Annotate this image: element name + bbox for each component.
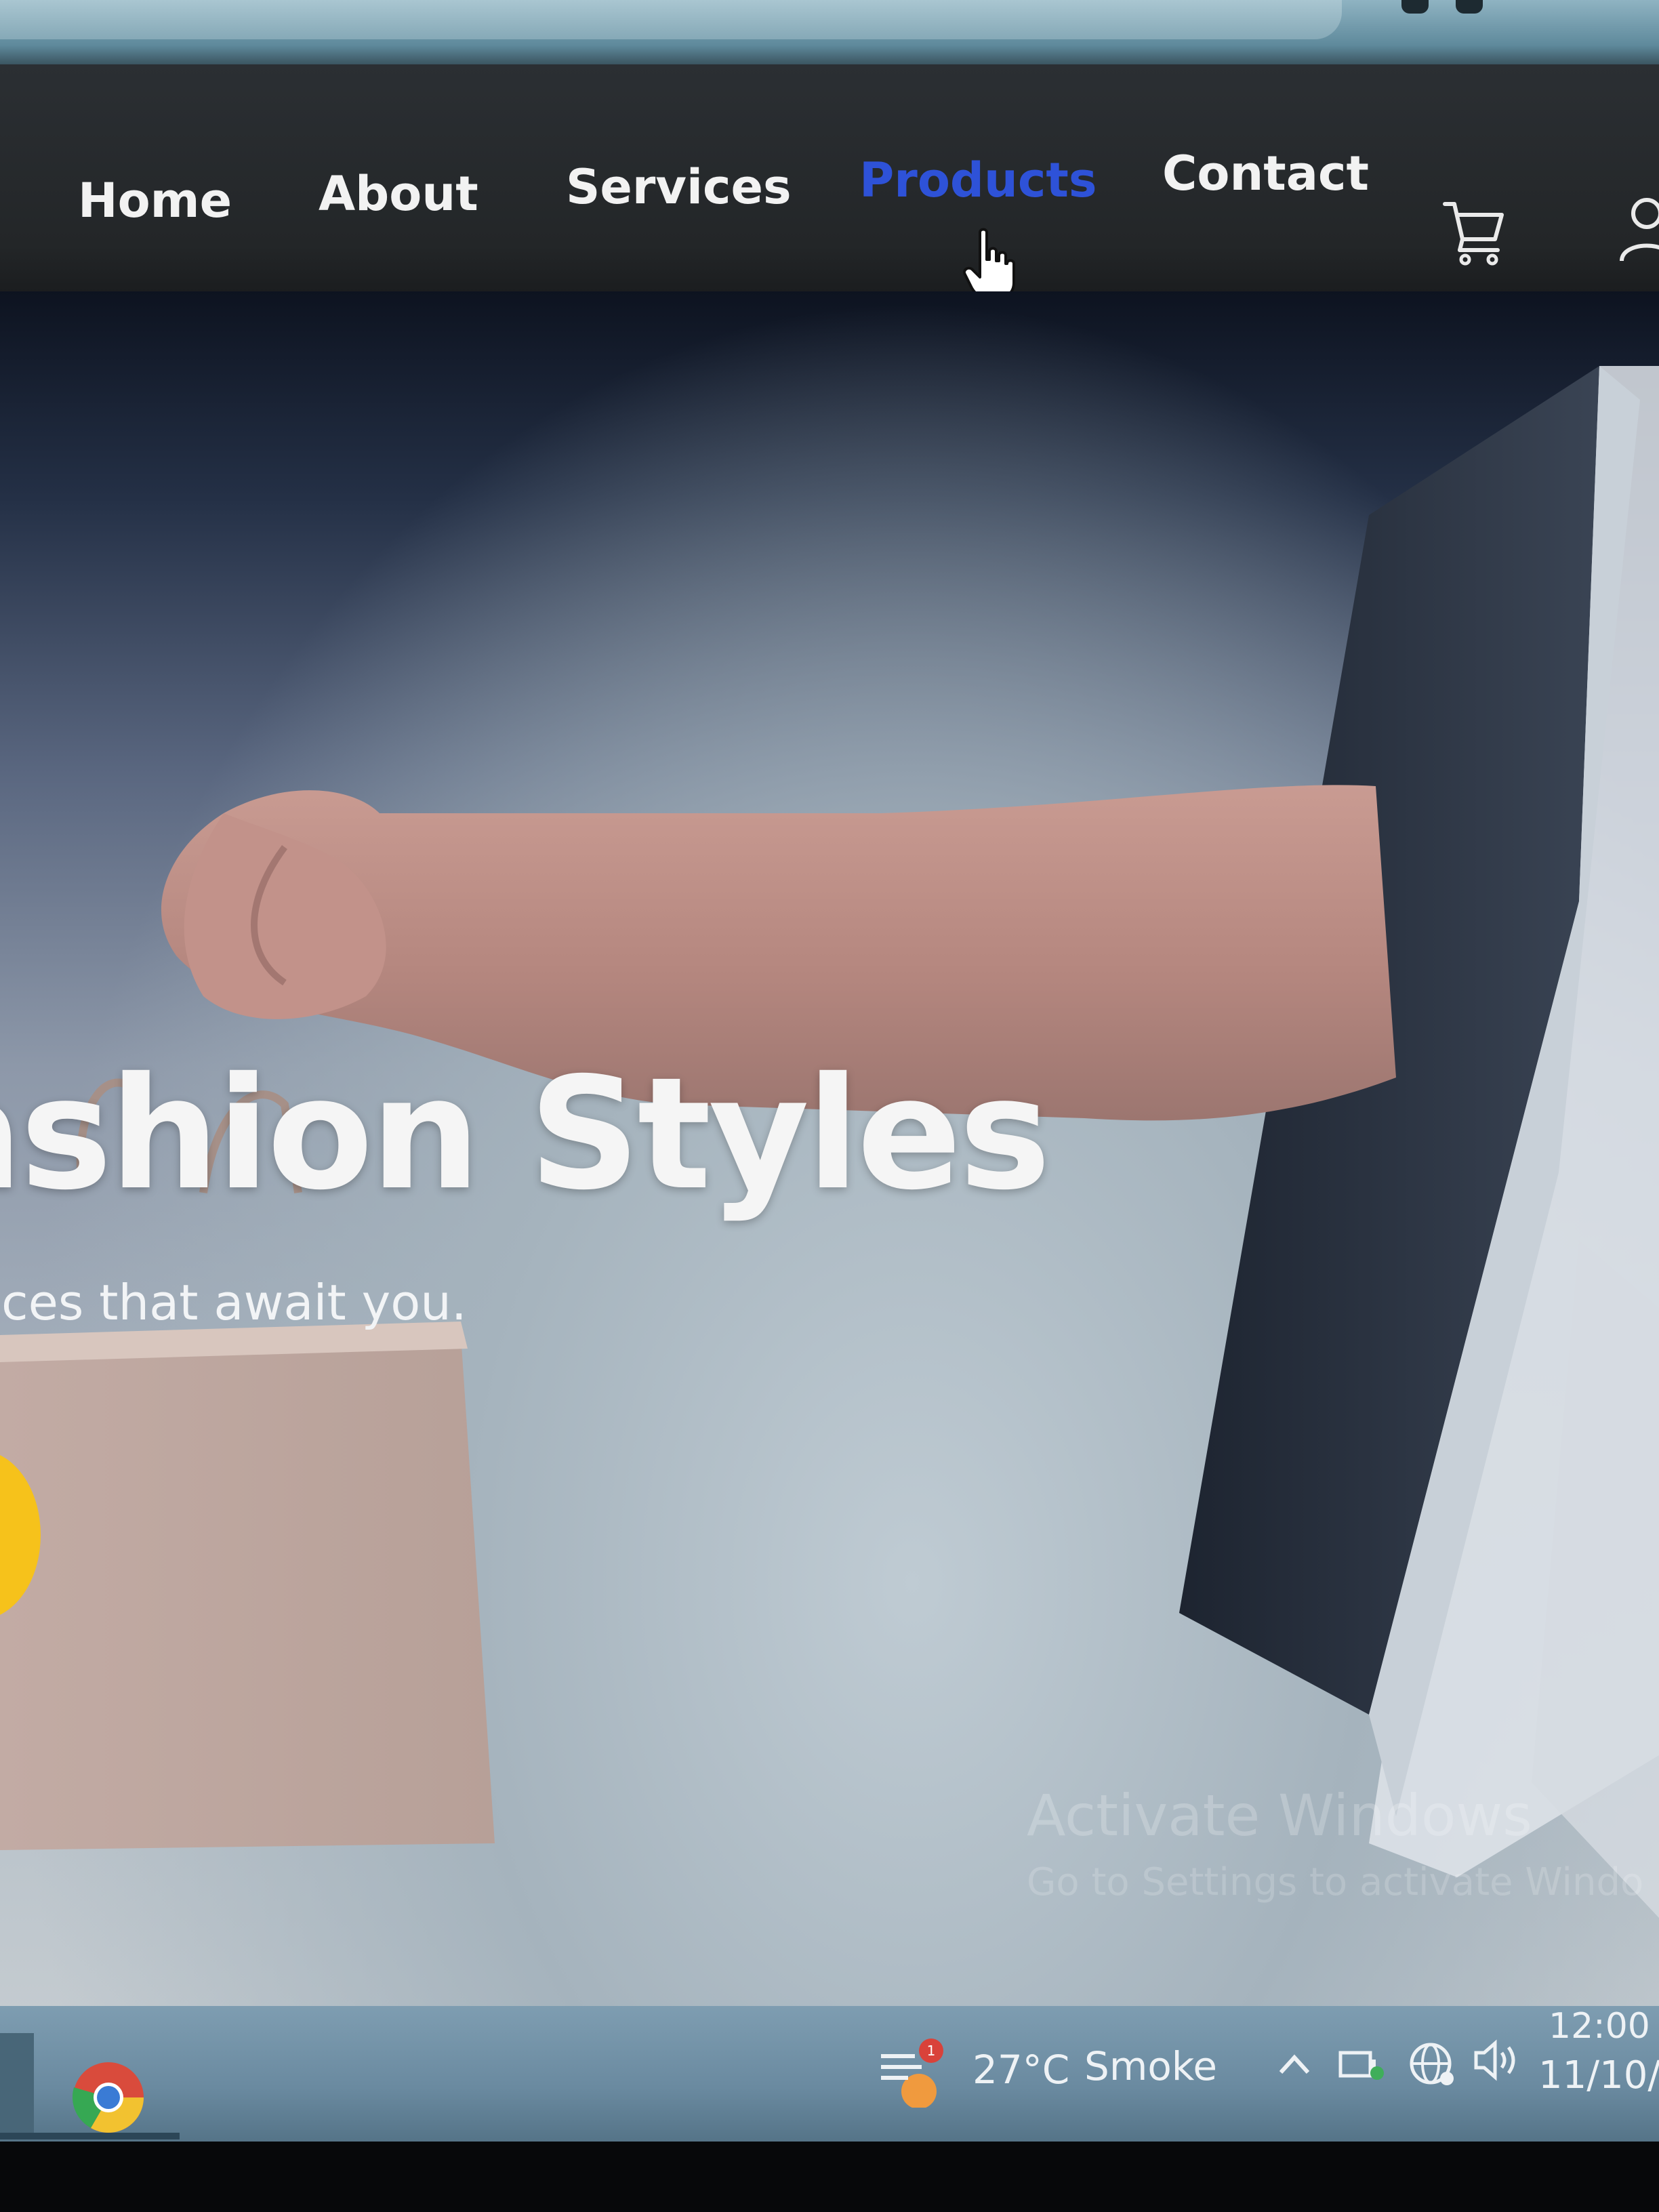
nav-services-link[interactable]: Services [566, 159, 792, 215]
network-icon[interactable] [1406, 2036, 1460, 2091]
weather-alert-badge: 1 [927, 2043, 936, 2059]
nav-contact-link[interactable]: Contact [1162, 146, 1369, 201]
browser-top-strip [0, 0, 1659, 64]
activate-windows-title: Activate Windows [1027, 1782, 1532, 1849]
weather-temperature[interactable]: 27°C [972, 2047, 1069, 2093]
browser-toolbar-icons [1401, 0, 1483, 14]
toolbar-icon[interactable] [1456, 0, 1483, 14]
browser-tab[interactable] [0, 0, 1342, 39]
taskbar-start-area[interactable] [0, 2033, 34, 2135]
hand-cursor-icon [963, 228, 1015, 300]
site-navbar: Home About Services Products Contact [0, 64, 1659, 300]
user-icon[interactable] [1616, 193, 1659, 268]
monitor-bezel [0, 2142, 1659, 2212]
weather-icon[interactable]: 1 [874, 2033, 956, 2108]
weather-condition[interactable]: Smoke [1084, 2043, 1217, 2089]
activate-windows-subtitle: Go to Settings to activate Windo [1027, 1860, 1644, 1904]
active-app-indicator [0, 2133, 180, 2139]
chevron-up-icon[interactable] [1274, 2047, 1315, 2081]
cart-icon[interactable] [1442, 199, 1504, 266]
clock-time[interactable]: 12:00 A [1549, 2006, 1659, 2047]
hero-title: ashion Styles [0, 1044, 1051, 1224]
battery-icon[interactable] [1335, 2043, 1389, 2084]
hero-subtitle: ices that await you. [0, 1274, 467, 1331]
clock-date[interactable]: 11/10/2 [1538, 2053, 1659, 2097]
nav-about-link[interactable]: About [319, 166, 478, 222]
windows-taskbar: 1 27°C Smoke 12:00 A 11/10/2 [0, 2006, 1659, 2142]
volume-icon[interactable] [1471, 2036, 1525, 2084]
chrome-icon[interactable] [68, 2057, 149, 2138]
hero-banner: ashion Styles ices that await you. Activ… [0, 291, 1659, 2013]
nav-products-link[interactable]: Products [859, 152, 1097, 208]
nav-home-link[interactable]: Home [78, 173, 232, 228]
toolbar-icon[interactable] [1401, 0, 1429, 14]
